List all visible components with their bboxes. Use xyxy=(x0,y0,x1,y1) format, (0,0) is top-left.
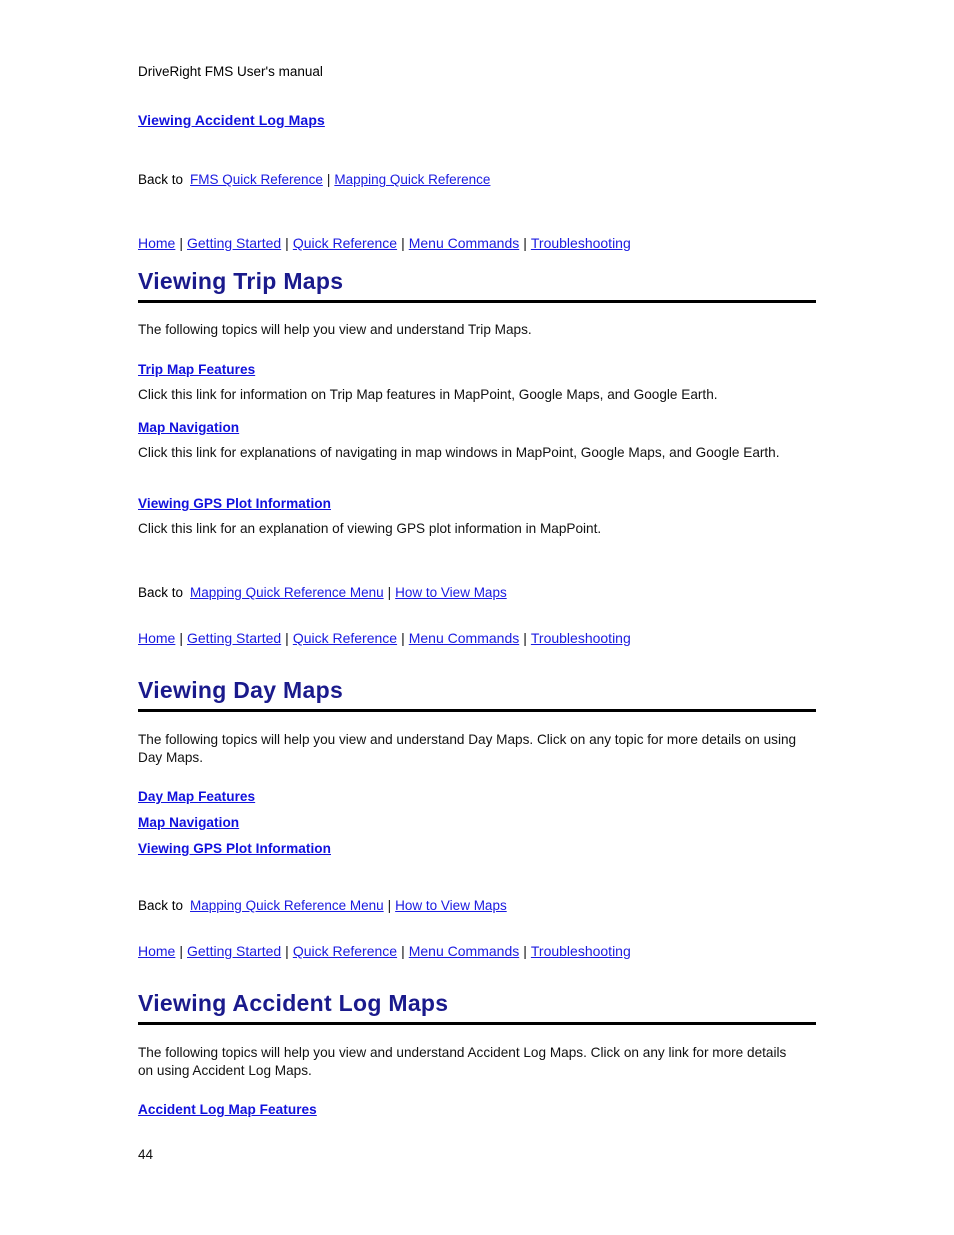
link-how-to-view-maps[interactable]: How to View Maps xyxy=(395,585,507,600)
link-map-navigation-day[interactable]: Map Navigation xyxy=(138,814,239,832)
nav-item-home[interactable]: Home xyxy=(138,630,175,646)
link-day-map-features[interactable]: Day Map Features xyxy=(138,788,255,806)
nav-separator: | xyxy=(523,943,527,959)
nav-separator: | xyxy=(179,943,183,959)
topic-description-viewing-gps-plot-information-trip: Click this link for an explanation of vi… xyxy=(138,521,602,536)
nav-separator: | xyxy=(401,943,405,959)
nav-bar-1: Home | Getting Started | Quick Reference | Men… xyxy=(138,234,631,252)
back-to-label: Back to xyxy=(138,585,184,600)
link-trip-map-features[interactable]: Trip Map Features xyxy=(138,361,255,379)
link-mapping-quick-reference[interactable]: Mapping Quick Reference xyxy=(334,172,490,187)
page-title-viewing-trip-maps: Viewing Trip Maps xyxy=(138,268,816,303)
page-number: 44 xyxy=(138,1147,154,1162)
nav-separator: | xyxy=(285,630,289,646)
page-title-viewing-accident-log-maps: Viewing Accident Log Maps xyxy=(138,990,816,1025)
back-to-label: Back to xyxy=(138,898,184,913)
link-mapping-quick-reference-menu[interactable]: Mapping Quick Reference Menu xyxy=(190,898,384,913)
link-mapping-quick-reference-menu[interactable]: Mapping Quick Reference Menu xyxy=(190,585,384,600)
link-accident-log-map-features[interactable]: Accident Log Map Features xyxy=(138,1101,317,1119)
back-to-line-trip-maps: Back to Mapping Quick Reference Menu | How … xyxy=(138,584,508,602)
nav-separator: | xyxy=(179,630,183,646)
link-how-to-view-maps[interactable]: How to View Maps xyxy=(395,898,507,913)
page-title-viewing-day-maps: Viewing Day Maps xyxy=(138,677,816,712)
link-fms-quick-reference[interactable]: FMS Quick Reference xyxy=(190,172,323,187)
nav-separator: | xyxy=(285,943,289,959)
section-intro-trip-maps: The following topics will help you view … xyxy=(138,322,532,337)
back-to-separator: | xyxy=(387,898,392,913)
nav-item-quick-reference[interactable]: Quick Reference xyxy=(293,943,397,959)
nav-separator: | xyxy=(401,630,405,646)
nav-item-home[interactable]: Home xyxy=(138,235,175,251)
nav-separator: | xyxy=(523,630,527,646)
section-intro-accident-log-maps: The following topics will help you view … xyxy=(138,1045,787,1078)
document-page: DriveRight FMS User's manual Viewing Acc… xyxy=(0,0,954,1235)
back-to-line-day-maps: Back to Mapping Quick Reference Menu | How … xyxy=(138,897,508,915)
nav-item-getting-started[interactable]: Getting Started xyxy=(187,630,281,646)
back-to-separator: | xyxy=(387,585,392,600)
nav-item-menu-commands[interactable]: Menu Commands xyxy=(409,630,520,646)
link-viewing-gps-plot-information-trip[interactable]: Viewing GPS Plot Information xyxy=(138,495,331,513)
nav-item-menu-commands[interactable]: Menu Commands xyxy=(409,235,520,251)
nav-separator: | xyxy=(285,235,289,251)
link-map-navigation-trip[interactable]: Map Navigation xyxy=(138,419,239,437)
nav-item-troubleshooting[interactable]: Troubleshooting xyxy=(531,943,631,959)
nav-separator: | xyxy=(401,235,405,251)
nav-separator: | xyxy=(179,235,183,251)
section-intro-day-maps: The following topics will help you view … xyxy=(138,732,797,765)
nav-bar-2: Home | Getting Started | Quick Reference | Men… xyxy=(138,629,631,647)
nav-item-troubleshooting[interactable]: Troubleshooting xyxy=(531,630,631,646)
nav-separator: | xyxy=(523,235,527,251)
nav-item-getting-started[interactable]: Getting Started xyxy=(187,943,281,959)
nav-item-quick-reference[interactable]: Quick Reference xyxy=(293,235,397,251)
topic-description-map-navigation-trip: Click this link for explanations of navi… xyxy=(138,445,780,460)
nav-item-getting-started[interactable]: Getting Started xyxy=(187,235,281,251)
back-to-separator: | xyxy=(326,172,331,187)
link-viewing-gps-plot-information-day[interactable]: Viewing GPS Plot Information xyxy=(138,840,331,858)
nav-bar-3: Home | Getting Started | Quick Reference | Men… xyxy=(138,942,631,960)
back-to-label: Back to xyxy=(138,172,184,187)
topic-description-trip-map-features: Click this link for information on Trip … xyxy=(138,387,718,402)
back-to-line-top: Back to FMS Quick Reference | Mapping Quick… xyxy=(138,171,491,189)
nav-item-home[interactable]: Home xyxy=(138,943,175,959)
running-head: DriveRight FMS User's manual xyxy=(138,64,323,79)
link-viewing-accident-log-maps-top[interactable]: Viewing Accident Log Maps xyxy=(138,111,325,129)
nav-item-menu-commands[interactable]: Menu Commands xyxy=(409,943,520,959)
nav-item-troubleshooting[interactable]: Troubleshooting xyxy=(531,235,631,251)
nav-item-quick-reference[interactable]: Quick Reference xyxy=(293,630,397,646)
